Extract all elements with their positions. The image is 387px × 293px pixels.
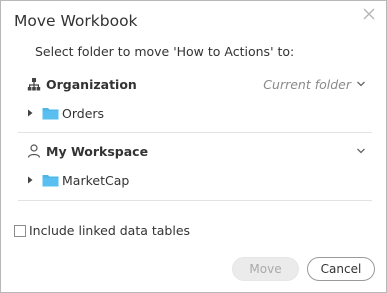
close-icon[interactable]	[362, 7, 376, 21]
move-button[interactable]: Move	[232, 257, 299, 281]
current-folder-indicator[interactable]: Current folder	[263, 77, 372, 92]
cancel-button[interactable]: Cancel	[307, 257, 375, 281]
current-folder-text: Current folder	[263, 76, 351, 92]
section-divider	[18, 200, 372, 201]
include-linked-label: Include linked data tables	[29, 223, 191, 238]
folder-icon	[42, 175, 59, 187]
folder-row-marketcap[interactable]: MarketCap	[18, 171, 129, 189]
caret-right-icon[interactable]	[26, 109, 34, 117]
include-linked-checkbox[interactable]	[14, 224, 26, 237]
organization-header[interactable]: Organization Current folder	[18, 74, 372, 94]
chevron-down-icon	[357, 148, 365, 154]
dialog-title: Move Workbook	[14, 12, 138, 30]
folder-name: Orders	[62, 105, 105, 121]
folder-name: MarketCap	[62, 172, 130, 188]
include-linked-option[interactable]: Include linked data tables	[14, 223, 190, 238]
caret-right-icon[interactable]	[26, 176, 34, 184]
section-divider	[18, 132, 372, 133]
hierarchy-icon	[27, 78, 41, 91]
move-workbook-dialog: Move Workbook Select folder to move 'How…	[0, 0, 387, 293]
dialog-instruction: Select folder to move 'How to Actions' t…	[35, 44, 295, 59]
my-workspace-label: My Workspace	[46, 143, 149, 159]
organization-label: Organization	[46, 76, 137, 92]
chevron-down-icon	[357, 81, 365, 87]
my-workspace-header[interactable]: My Workspace	[18, 141, 372, 161]
my-workspace-toggle[interactable]	[351, 146, 372, 156]
user-icon	[27, 144, 41, 158]
folder-icon	[42, 108, 59, 120]
folder-row-orders[interactable]: Orders	[18, 104, 104, 122]
